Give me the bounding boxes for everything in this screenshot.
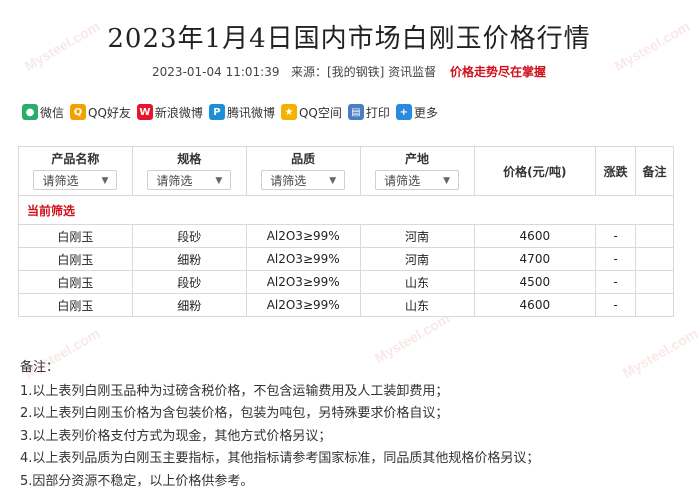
cell-quality: Al2O3≥99% — [245, 224, 361, 248]
table-row: 白刚玉 段砂 Al2O3≥99% 山东 4500 - — [18, 270, 674, 294]
notes-section: 备注： 1.以上表列白刚玉品种为过磅含税价格，不包含运输费用及人工装卸费用； 2… — [20, 357, 539, 493]
note-item: 1.以上表列白刚玉品种为过磅含税价格，不包含运输费用及人工装卸费用； — [20, 383, 449, 399]
plus-icon: + — [395, 104, 412, 120]
column-header-spec: 规格 请筛选 ▼ — [131, 146, 247, 196]
cell-change: - — [595, 293, 637, 317]
article-meta: 2023-01-04 11:01:39 来源：[我的钢铁] 资讯监督 价格走势尽… — [0, 63, 698, 80]
cell-origin: 山东 — [359, 293, 475, 317]
wechat-icon: ● — [22, 104, 38, 120]
column-header-price: 价格(元/吨) — [473, 146, 597, 196]
cell-change: - — [595, 270, 637, 294]
cell-quality: Al2O3≥99% — [245, 293, 361, 317]
column-header-change: 涨跌 — [595, 146, 637, 196]
chevron-down-icon: ▼ — [215, 176, 223, 186]
share-label: QQ空间 — [298, 105, 342, 120]
cell-spec: 段砂 — [131, 224, 247, 248]
cell-name: 白刚玉 — [18, 224, 133, 248]
cell-spec: 细粉 — [131, 293, 247, 317]
column-label: 品质 — [291, 152, 316, 166]
cell-note — [635, 293, 674, 317]
column-header-name: 产品名称 请筛选 ▼ — [18, 146, 133, 196]
share-tencent-weibo[interactable]: P 腾讯微博 — [208, 104, 275, 121]
chevron-down-icon: ▼ — [443, 176, 451, 186]
cell-note — [635, 270, 674, 294]
column-header-quality: 品质 请筛选 ▼ — [245, 146, 361, 196]
share-wechat[interactable]: ● 微信 — [22, 104, 64, 121]
cell-price: 4500 — [473, 270, 597, 294]
share-label: 腾讯微博 — [226, 105, 275, 120]
cell-price: 4600 — [473, 224, 597, 248]
cell-name: 白刚玉 — [18, 293, 133, 317]
filter-quality-select[interactable]: 请筛选 ▼ — [261, 170, 346, 190]
cell-origin: 河南 — [359, 224, 475, 248]
share-qzone[interactable]: ★ QQ空间 — [280, 104, 342, 121]
current-filter-row: 当前筛选 — [18, 195, 674, 225]
print-button[interactable]: ▤ 打印 — [347, 104, 390, 121]
share-label: 微信 — [40, 105, 65, 120]
weibo-icon: W — [136, 104, 153, 120]
share-sina-weibo[interactable]: W 新浪微博 — [136, 104, 203, 121]
cell-change: - — [595, 247, 637, 271]
note-item: 5.因部分资源不稳定，以上价格供参考。 — [20, 473, 254, 489]
column-label: 产品名称 — [51, 152, 100, 166]
column-label: 规格 — [177, 152, 202, 166]
share-label: 更多 — [413, 105, 438, 120]
tencent-weibo-icon: P — [208, 104, 225, 120]
filter-name-select[interactable]: 请筛选 ▼ — [33, 170, 118, 190]
table-row: 白刚玉 细粉 Al2O3≥99% 山东 4600 - — [18, 293, 674, 317]
column-header-note: 备注 — [635, 146, 674, 196]
note-item: 4.以上表列品质为白刚玉主要指标，其他指标请参考国家标准，同品质其他规格价格另议… — [20, 451, 540, 466]
table-row: 白刚玉 段砂 Al2O3≥99% 河南 4600 - — [18, 224, 674, 248]
qzone-icon: ★ — [280, 104, 297, 120]
notes-heading: 备注： — [20, 360, 60, 375]
share-label: 新浪微博 — [154, 105, 203, 120]
note-item: 3.以上表列价格支付方式为现金，其他方式价格另议； — [20, 428, 332, 444]
chevron-down-icon: ▼ — [329, 176, 337, 186]
cell-origin: 山东 — [359, 270, 475, 294]
table-row: 白刚玉 细粉 Al2O3≥99% 河南 4700 - — [18, 247, 674, 271]
cell-quality: Al2O3≥99% — [245, 247, 361, 271]
cell-note — [635, 247, 674, 271]
page-title: 2023年1月4日国内市场白刚玉价格行情 — [107, 24, 591, 54]
qq-icon: Q — [70, 104, 87, 120]
cell-name: 白刚玉 — [18, 247, 133, 271]
cell-price: 4600 — [473, 293, 597, 317]
column-label: 产地 — [405, 152, 430, 166]
current-filter-label: 当前筛选 — [18, 195, 674, 225]
print-icon: ▤ — [347, 104, 364, 120]
slogan-link[interactable]: 价格走势尽在掌握 — [450, 65, 546, 79]
cell-note — [635, 224, 674, 248]
share-bar: ● 微信 Q QQ好友 W 新浪微博 P 腾讯微博 ★ QQ空间 ▤ 打印 + … — [22, 102, 444, 122]
cell-change: - — [595, 224, 637, 248]
price-table: 产品名称 请筛选 ▼ 规格 请筛选 ▼ 品质 请筛选 ▼ 产地 请筛选 ▼ 价格(元/吨… — [18, 146, 674, 317]
publish-datetime: 2023-01-04 11:01:39 — [152, 65, 280, 79]
chevron-down-icon: ▼ — [101, 176, 109, 186]
table-header-row: 产品名称 请筛选 ▼ 规格 请筛选 ▼ 品质 请筛选 ▼ 产地 请筛选 ▼ 价格(元/吨… — [18, 146, 674, 196]
column-header-origin: 产地 请筛选 ▼ — [359, 146, 475, 196]
share-more[interactable]: + 更多 — [395, 104, 438, 121]
cell-name: 白刚玉 — [18, 270, 133, 294]
cell-origin: 河南 — [359, 247, 475, 271]
share-label: 打印 — [365, 105, 390, 120]
cell-spec: 段砂 — [131, 270, 247, 294]
cell-quality: Al2O3≥99% — [245, 270, 361, 294]
watermark: Mysteel.com — [619, 325, 698, 381]
share-label: QQ好友 — [88, 105, 131, 120]
share-qq[interactable]: Q QQ好友 — [70, 104, 131, 121]
note-item: 2.以上表列白刚玉价格为含包装价格，包装为吨包，另特殊要求价格自议； — [20, 406, 449, 421]
cell-spec: 细粉 — [131, 247, 247, 271]
source-label: 来源：[我的钢铁] 资讯监督 — [290, 65, 437, 79]
filter-spec-select[interactable]: 请筛选 ▼ — [147, 170, 232, 190]
cell-price: 4700 — [473, 247, 597, 271]
filter-origin-select[interactable]: 请筛选 ▼ — [375, 170, 460, 190]
